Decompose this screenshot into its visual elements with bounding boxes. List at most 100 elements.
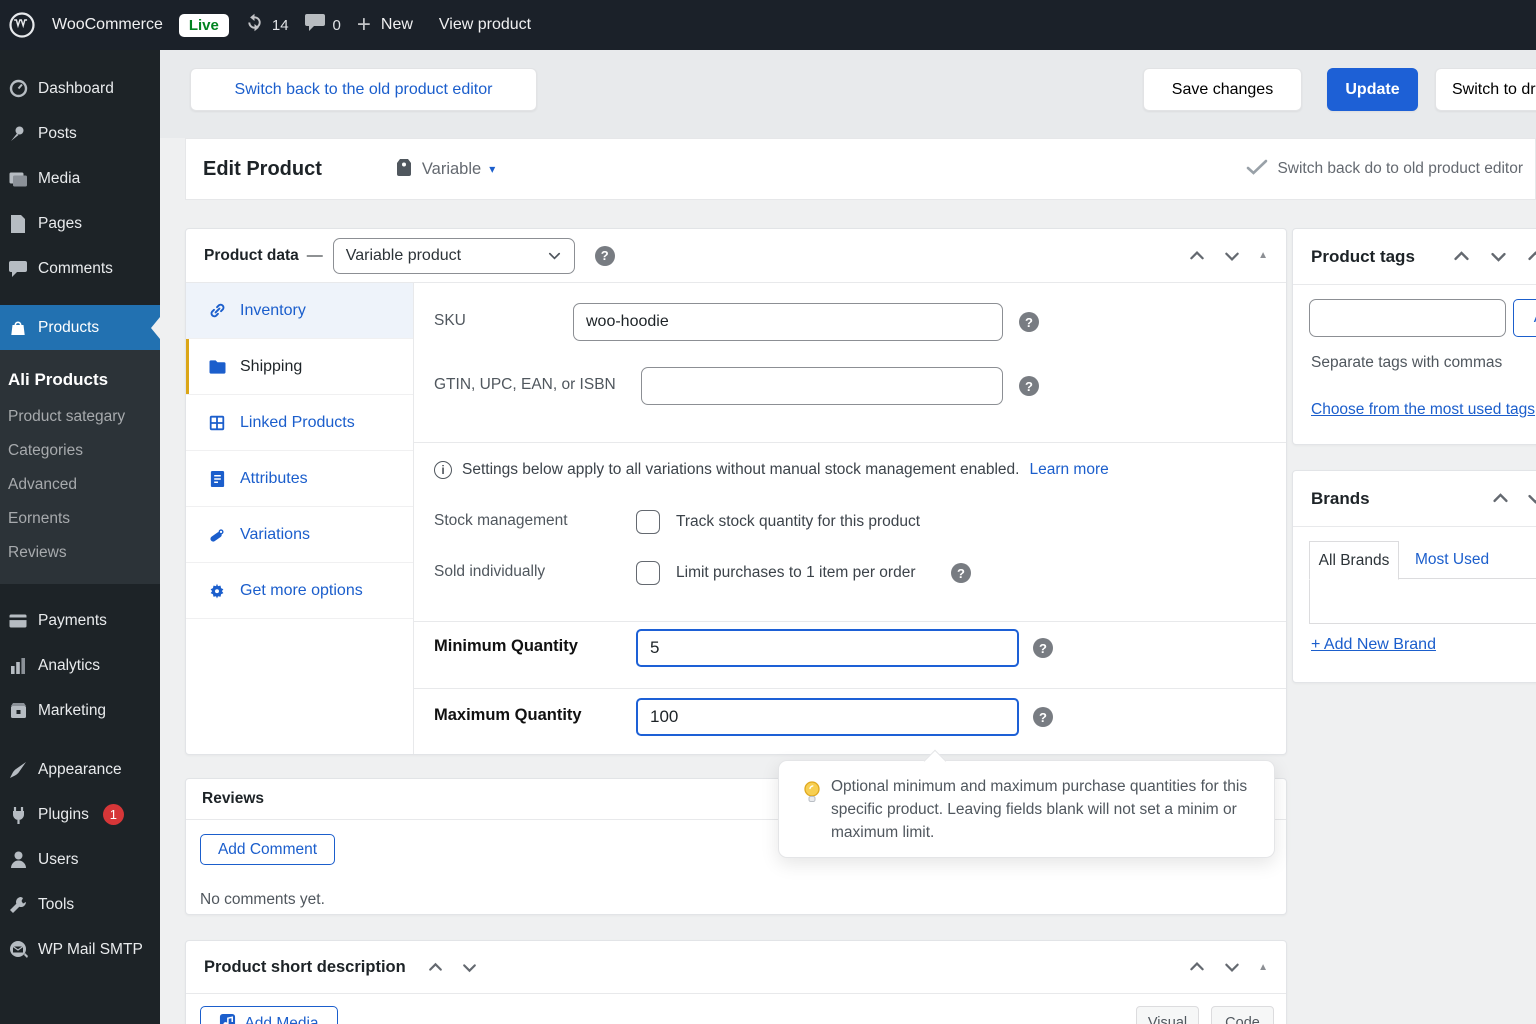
panel-move-up-icon[interactable] (1491, 489, 1510, 508)
sidebar-item-appearance[interactable]: Appearance (0, 747, 160, 792)
sidebar-subitem-product-category[interactable]: Product sategary (0, 400, 160, 434)
switch-old-editor-button[interactable]: Switch back to the old product editor (190, 68, 537, 111)
product-type-select[interactable]: Variable product (332, 237, 575, 274)
tab-shipping[interactable]: Shipping (186, 339, 413, 395)
choose-most-used-link[interactable]: Choose from the most used tags (1311, 401, 1535, 419)
switch-to-draft-button[interactable]: Switch to draft (1435, 68, 1536, 111)
panel-collapse-icon[interactable]: ▲ (1258, 250, 1268, 261)
tab-attributes[interactable]: Attributes (186, 451, 413, 507)
add-media-button[interactable]: Add Media (200, 1006, 338, 1024)
updates-group[interactable]: 14 (245, 13, 289, 37)
new-button[interactable]: + New (357, 13, 413, 37)
comments-group[interactable]: 0 (304, 14, 341, 36)
add-tag-button[interactable]: Add (1513, 299, 1536, 337)
max-quantity-input[interactable] (636, 698, 1019, 736)
users-icon (6, 851, 30, 868)
tag-input[interactable] (1309, 299, 1506, 337)
all-brands-tab[interactable]: All Brands (1309, 541, 1399, 580)
site-name[interactable]: WooCommerce (52, 16, 163, 34)
add-new-brand-link[interactable]: + Add New Brand (1311, 636, 1436, 654)
panel-move-down-icon[interactable] (1223, 958, 1241, 976)
max-quantity-help-icon[interactable]: ? (1033, 707, 1053, 727)
code-tab[interactable]: Code (1211, 1006, 1274, 1024)
sidebar-item-label: Users (38, 850, 79, 868)
brands-list-box (1309, 578, 1536, 624)
min-quantity-help-icon[interactable]: ? (1033, 638, 1053, 658)
quantity-tooltip: Optional minimum and maximum purchase qu… (778, 760, 1275, 858)
sidebar-item-label: Products (38, 318, 100, 336)
min-quantity-input[interactable] (636, 629, 1019, 667)
update-button[interactable]: Update (1327, 68, 1418, 111)
chevron-down-icon: ▾ (489, 162, 496, 176)
limit-purchases-checkbox[interactable] (636, 561, 660, 585)
sidebar-item-pages[interactable]: Pages (0, 201, 160, 246)
sidebar-item-wp-mail-smtp[interactable]: WP Mail SMTP (0, 927, 160, 972)
tab-linked-products[interactable]: Linked Products (186, 395, 413, 451)
payments-icon (6, 614, 30, 628)
product-type-selector[interactable]: Variable ▾ (394, 157, 495, 182)
panel-move-up-icon[interactable] (1188, 958, 1206, 976)
panel-move-down-icon[interactable] (1526, 489, 1536, 508)
sidebar-item-payments[interactable]: Payments (0, 598, 160, 643)
panel-move-down-icon[interactable] (1489, 247, 1508, 266)
add-comment-button[interactable]: Add Comment (200, 834, 335, 865)
page-root: WooCommerce Live 14 0 + New View product… (0, 0, 1536, 1024)
sidebar-item-dashboard[interactable]: Dashboard (0, 66, 160, 111)
sidebar-item-marketing[interactable]: Marketing (0, 688, 160, 733)
tab-label: Variations (240, 525, 310, 543)
sku-input[interactable] (573, 303, 1003, 341)
gtin-help-icon[interactable]: ? (1019, 376, 1039, 396)
sidebar-item-comments[interactable]: Comments (0, 246, 160, 291)
sidebar-item-users[interactable]: Users (0, 837, 160, 882)
divider (1293, 526, 1536, 527)
sidebar-item-label: Plugins (38, 805, 89, 823)
sold-individually-row: Sold individually Limit purchases to 1 i… (414, 554, 1286, 594)
panel-extra-icon[interactable] (1526, 247, 1536, 266)
product-data-help-icon[interactable]: ? (594, 245, 615, 266)
media-icon (6, 170, 30, 187)
panel-move-up-icon[interactable] (1188, 247, 1206, 265)
learn-more-link[interactable]: Learn more (1029, 461, 1108, 479)
view-product-link[interactable]: View product (439, 16, 531, 34)
tab-get-more-options[interactable]: Get more options (186, 563, 413, 619)
sidebar-subitem-reviews[interactable]: Reviews (0, 536, 160, 570)
sku-label: SKU (434, 312, 466, 329)
sidebar-item-label: WP Mail SMTP (38, 940, 143, 958)
visual-tab[interactable]: Visual (1136, 1006, 1199, 1024)
panel-collapse-icon[interactable]: ▲ (1258, 962, 1268, 973)
sidebar-item-plugins[interactable]: Plugins 1 (0, 792, 160, 837)
sidebar-subitem-categories[interactable]: Categories (0, 434, 160, 468)
wp-mail-smtp-icon (6, 940, 30, 959)
panel-move-up-icon[interactable] (1452, 247, 1471, 266)
stock-management-label: Stock management (434, 512, 568, 529)
title-move-down-icon[interactable] (461, 959, 478, 976)
sidebar-item-media[interactable]: Media (0, 156, 160, 201)
sidebar-subitem-advanced[interactable]: Advanced (0, 468, 160, 502)
tab-label: Inventory (240, 301, 306, 319)
panel-move-down-icon[interactable] (1223, 247, 1241, 265)
save-changes-button[interactable]: Save changes (1143, 68, 1302, 111)
tab-variations[interactable]: Variations (186, 507, 413, 563)
sidebar-item-products[interactable]: Products (0, 305, 160, 350)
variations-icon (207, 526, 227, 544)
gtin-input[interactable] (641, 367, 1003, 405)
sidebar-item-label: Appearance (38, 760, 122, 778)
track-stock-checkbox[interactable] (636, 510, 660, 534)
sidebar-item-tools[interactable]: Tools (0, 882, 160, 927)
sold-individually-help-icon[interactable]: ? (951, 563, 971, 583)
product-tags-panel: Product tags Add Separate tags with comm… (1292, 228, 1536, 445)
sidebar-subitem-eornents[interactable]: Eornents (0, 502, 160, 536)
title-move-up-icon[interactable] (427, 959, 444, 976)
most-used-tab[interactable]: Most Used (1415, 551, 1489, 569)
tab-inventory[interactable]: Inventory (186, 283, 413, 339)
plugins-update-badge: 1 (102, 804, 124, 825)
switch-back-note[interactable]: Switch back do to old product editor (1246, 159, 1523, 180)
plugins-icon (6, 806, 30, 824)
sidebar-item-analytics[interactable]: Analytics (0, 643, 160, 688)
title-dash: — (306, 246, 323, 264)
sidebar-subitem-all-products[interactable]: Ali Products (0, 360, 160, 400)
product-data-tabs: Inventory Shipping Linked Products Attri… (186, 283, 414, 754)
wordpress-logo-icon[interactable] (8, 11, 36, 39)
sku-help-icon[interactable]: ? (1019, 312, 1039, 332)
sidebar-item-posts[interactable]: Posts (0, 111, 160, 156)
